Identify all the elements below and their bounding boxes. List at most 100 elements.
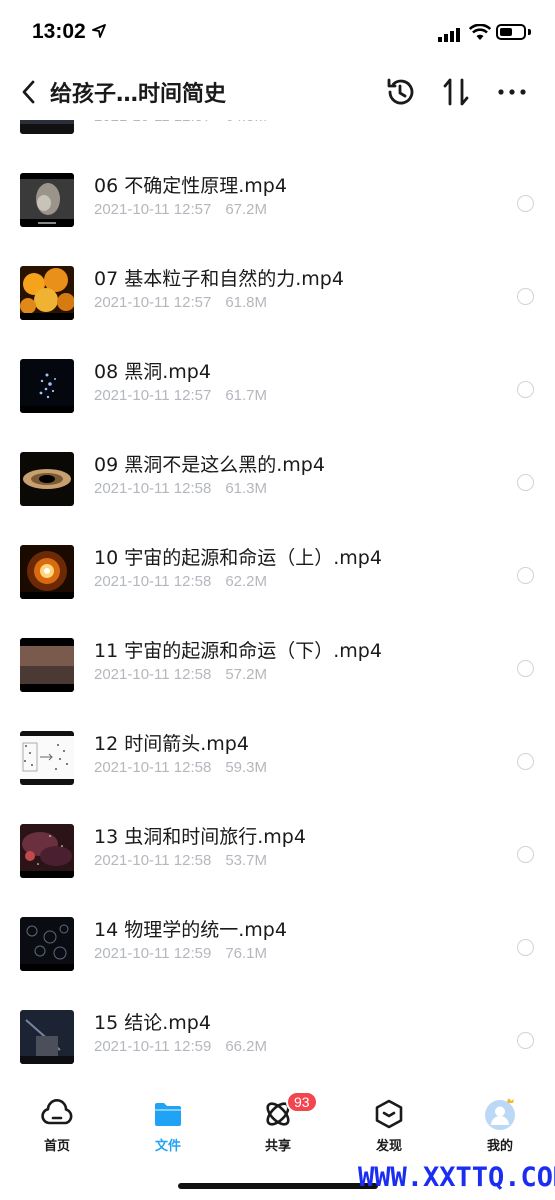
cellular-signal-icon xyxy=(438,28,460,42)
tab-label: 文件 xyxy=(154,1139,181,1154)
file-name: 08 黑洞.mp4 xyxy=(94,361,211,383)
video-thumbnail xyxy=(20,545,74,599)
select-radio[interactable] xyxy=(517,1032,534,1049)
battery-icon xyxy=(496,24,526,40)
more-icon[interactable] xyxy=(496,76,528,108)
file-size: 61.7M xyxy=(225,387,268,404)
tab-home[interactable]: 首页 xyxy=(12,1097,102,1154)
file-name: 14 物理学的统一.mp4 xyxy=(94,919,287,941)
wifi-icon xyxy=(469,24,491,40)
file-name: 10 宇宙的起源和命运（上）.mp4 xyxy=(94,547,382,569)
file-meta: 2021-10-11 12:59 66.2M xyxy=(94,1038,281,1055)
notification-badge: 93 xyxy=(286,1091,318,1113)
sort-icon[interactable] xyxy=(440,76,472,108)
discover-box-icon xyxy=(375,1099,403,1129)
file-size: 57.2M xyxy=(225,666,268,683)
select-radio[interactable] xyxy=(517,195,534,212)
file-size: 53.7M xyxy=(225,852,268,869)
video-thumbnail xyxy=(20,917,74,971)
cloud-icon xyxy=(41,1099,73,1125)
file-date: 2021-10-11 12:57 xyxy=(94,201,212,218)
video-thumbnail xyxy=(20,452,74,506)
file-row[interactable]: 12 时间箭头.mp4 2021-10-11 12:58 59.3M xyxy=(0,723,555,816)
file-date: 2021-10-11 12:57 xyxy=(94,294,212,311)
file-row[interactable]: 07 基本粒子和自然的力.mp4 2021-10-11 12:57 61.8M xyxy=(0,258,555,351)
file-meta: 2021-10-11 12:58 59.3M xyxy=(94,759,281,776)
file-row[interactable]: 15 结论.mp4 2021-10-11 12:59 66.2M xyxy=(0,1002,555,1095)
file-row[interactable]: 14 物理学的统一.mp4 2021-10-11 12:59 76.1M xyxy=(0,909,555,1002)
file-name: 09 黑洞不是这么黑的.mp4 xyxy=(94,454,325,476)
select-radio[interactable] xyxy=(517,474,534,491)
file-list: 2021-10-11 12:5764.5M06 不确定性原理.mp42021-1… xyxy=(0,80,555,1095)
file-size: 66.2M xyxy=(225,1038,268,1055)
folder-icon xyxy=(155,1103,181,1126)
tab-files[interactable]: 文件 xyxy=(123,1097,213,1154)
location-arrow-icon xyxy=(92,24,106,38)
file-row[interactable]: 11 宇宙的起源和命运（下）.mp4 2021-10-11 12:58 57.2M xyxy=(0,630,555,723)
file-row[interactable]: 08 黑洞.mp4 2021-10-11 12:57 61.7M xyxy=(0,351,555,444)
file-date: 2021-10-11 12:58 xyxy=(94,573,212,590)
file-name: 06 不确定性原理.mp4 xyxy=(94,175,287,197)
file-meta: 2021-10-11 12:58 61.3M xyxy=(94,480,281,497)
file-date: 2021-10-11 12:58 xyxy=(94,666,212,683)
tab-share[interactable]: 93 共享 xyxy=(233,1091,323,1154)
file-size: 59.3M xyxy=(225,759,268,776)
status-time: 13:02 xyxy=(32,20,86,43)
file-size: 76.1M xyxy=(225,945,268,962)
file-size: 61.8M xyxy=(225,294,268,311)
file-name: 15 结论.mp4 xyxy=(94,1012,211,1034)
select-radio[interactable] xyxy=(517,753,534,770)
nav-header: 给孩子…时间简史 xyxy=(0,64,555,120)
file-date: 2021-10-11 12:59 xyxy=(94,1038,212,1055)
video-thumbnail xyxy=(20,359,74,413)
file-meta: 2021-10-11 12:57 61.8M xyxy=(94,294,281,311)
file-date: 2021-10-11 12:57 xyxy=(94,387,212,404)
file-name: 11 宇宙的起源和命运（下）.mp4 xyxy=(94,640,382,662)
file-name: 13 虫洞和时间旅行.mp4 xyxy=(94,826,306,848)
chevron-left-icon[interactable] xyxy=(16,74,46,110)
battery-tip xyxy=(528,29,531,35)
tab-label: 发现 xyxy=(375,1139,402,1154)
tab-profile[interactable]: 我的 xyxy=(455,1097,545,1154)
file-row[interactable]: 13 虫洞和时间旅行.mp4 2021-10-11 12:58 53.7M xyxy=(0,816,555,909)
file-name: 12 时间箭头.mp4 xyxy=(94,733,249,755)
tab-label: 我的 xyxy=(486,1139,513,1154)
watermark-text: WWW.XXTTQ.COM xyxy=(358,1162,555,1193)
file-row[interactable]: 09 黑洞不是这么黑的.mp4 2021-10-11 12:58 61.3M xyxy=(0,444,555,537)
file-size: 61.3M xyxy=(225,480,268,497)
status-bar: 13:02 xyxy=(0,0,555,64)
file-meta: 2021-10-11 12:59 76.1M xyxy=(94,945,281,962)
file-name: 07 基本粒子和自然的力.mp4 xyxy=(94,268,344,290)
file-date: 2021-10-11 12:59 xyxy=(94,945,212,962)
select-radio[interactable] xyxy=(517,939,534,956)
video-thumbnail xyxy=(20,173,74,227)
select-radio[interactable] xyxy=(517,288,534,305)
file-meta: 2021-10-11 12:57 67.2M xyxy=(94,201,281,218)
history-icon[interactable] xyxy=(384,76,416,108)
tab-discover[interactable]: 发现 xyxy=(344,1097,434,1154)
select-radio[interactable] xyxy=(517,660,534,677)
file-meta: 2021-10-11 12:58 62.2M xyxy=(94,573,281,590)
file-date: 2021-10-11 12:58 xyxy=(94,480,212,497)
file-date: 2021-10-11 12:58 xyxy=(94,759,212,776)
video-thumbnail xyxy=(20,731,74,785)
file-meta: 2021-10-11 12:58 57.2M xyxy=(94,666,281,683)
video-thumbnail xyxy=(20,266,74,320)
file-meta: 2021-10-11 12:58 53.7M xyxy=(94,852,281,869)
tab-label: 首页 xyxy=(43,1139,70,1154)
select-radio[interactable] xyxy=(517,567,534,584)
file-date: 2021-10-11 12:58 xyxy=(94,852,212,869)
select-radio[interactable] xyxy=(517,381,534,398)
tab-label: 共享 xyxy=(264,1139,291,1154)
file-row[interactable]: 06 不确定性原理.mp4 2021-10-11 12:57 67.2M xyxy=(0,165,555,258)
video-thumbnail xyxy=(20,638,74,692)
file-size: 67.2M xyxy=(225,201,268,218)
video-thumbnail xyxy=(20,1010,74,1064)
avatar-icon xyxy=(485,1098,515,1130)
file-meta: 2021-10-11 12:57 61.7M xyxy=(94,387,281,404)
home-indicator xyxy=(178,1183,378,1189)
page-title: 给孩子…时间简史 xyxy=(50,82,227,107)
file-size: 62.2M xyxy=(225,573,268,590)
select-radio[interactable] xyxy=(517,846,534,863)
file-row[interactable]: 10 宇宙的起源和命运（上）.mp4 2021-10-11 12:58 62.2M xyxy=(0,537,555,630)
